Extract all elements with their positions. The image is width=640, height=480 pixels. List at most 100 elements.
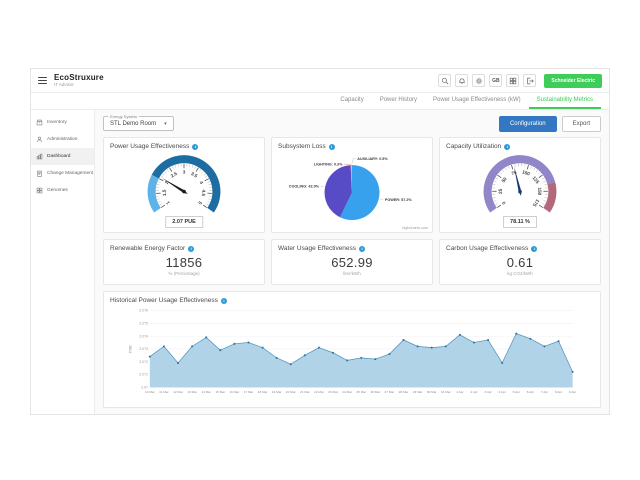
svg-text:28 Mar: 28 Mar — [399, 390, 409, 394]
svg-text:3.5: 3.5 — [190, 171, 198, 179]
water-card-title: Water Usage Effectiveness — [278, 245, 356, 252]
svg-text:175: 175 — [532, 198, 541, 208]
svg-text:4 Apr: 4 Apr — [499, 390, 506, 394]
info-icon[interactable] — [221, 298, 227, 304]
logo-title: EcoStruxure — [54, 74, 104, 82]
subsystem-loss-pie-chart: POWER: 57.2%COOLING: 42.0%AUXILIARY: 0.5… — [278, 150, 426, 228]
info-icon[interactable] — [504, 144, 510, 150]
highcharts-credit-link[interactable]: highcharts.com — [402, 226, 428, 230]
notifications-icon[interactable] — [455, 74, 468, 87]
info-icon[interactable] — [359, 246, 365, 252]
card-title-row: Historical Power Usage Effectiveness — [110, 297, 594, 304]
dashboard-icon — [36, 153, 43, 160]
svg-text:31 Mar: 31 Mar — [441, 390, 451, 394]
svg-text:2.073: 2.073 — [139, 347, 148, 351]
sidebar-item-dashboard[interactable]: Dashboard — [31, 148, 94, 165]
svg-text:21 Mar: 21 Mar — [300, 390, 310, 394]
svg-text:9 Apr: 9 Apr — [569, 390, 576, 394]
svg-text:3 Apr: 3 Apr — [484, 390, 491, 394]
energy-system-select[interactable]: Energy System STL Demo Room ▾ — [103, 116, 174, 131]
svg-text:AUXILIARY: 0.5%: AUXILIARY: 0.5% — [357, 157, 388, 161]
water-unit: liter/kWh — [278, 271, 426, 276]
svg-text:23 Mar: 23 Mar — [328, 390, 338, 394]
svg-text:19 Mar: 19 Mar — [272, 390, 282, 394]
schneider-logo-button[interactable]: Schneider Electric — [544, 74, 602, 88]
info-icon[interactable] — [329, 144, 335, 150]
svg-text:16 Mar: 16 Mar — [230, 390, 240, 394]
svg-text:14 Mar: 14 Mar — [201, 390, 211, 394]
card-renewable-energy-factor: Renewable Energy Factor 11856 % (Percent… — [103, 239, 265, 285]
menu-icon[interactable] — [38, 77, 47, 85]
configuration-button[interactable]: Configuration — [499, 116, 557, 132]
svg-text:3: 3 — [183, 169, 186, 174]
svg-text:7 Apr: 7 Apr — [541, 390, 548, 394]
capacity-gauge-chart: 0255075100125150175 — [446, 152, 594, 224]
svg-text:150: 150 — [537, 187, 542, 195]
apps-icon[interactable] — [506, 74, 519, 87]
user-initials-badge[interactable]: GB — [489, 74, 502, 87]
card-subsystem-loss: Subsystem Loss POWER: 57.2%COOLING: 42.0… — [271, 137, 433, 233]
water-value: 652.99 — [278, 255, 426, 270]
svg-text:POWER: 57.2%: POWER: 57.2% — [385, 198, 413, 202]
chevron-down-icon: ▾ — [164, 121, 167, 127]
renewable-value: 11856 — [110, 255, 258, 270]
carbon-unit: kg CO2/kWh — [446, 271, 594, 276]
tab-power-usage-effectiveness-kw[interactable]: Power Usage Effectiveness (kW) — [425, 93, 529, 109]
svg-text:17 Mar: 17 Mar — [244, 390, 254, 394]
svg-text:15 Mar: 15 Mar — [215, 390, 225, 394]
tab-bar: CapacityPower HistoryPower Usage Effecti… — [31, 93, 609, 110]
svg-text:2.074: 2.074 — [139, 334, 148, 338]
tab-capacity[interactable]: Capacity — [332, 93, 371, 109]
topbar: EcoStruxure IT Advisor GB Schneider Elec… — [31, 69, 609, 93]
search-icon[interactable] — [438, 74, 451, 87]
energy-system-value: STL Demo Room — [110, 121, 156, 127]
sidebar: Inventory AdministrationDashboard Change M… — [31, 110, 95, 414]
svg-text:5: 5 — [197, 200, 203, 205]
export-button[interactable]: Export — [562, 116, 601, 132]
sidebar-item-change-management[interactable]: Change Management — [31, 165, 94, 182]
sidebar-item-label: Change Management — [47, 171, 93, 176]
svg-text:PUE: PUE — [128, 345, 132, 353]
svg-text:11 Mar: 11 Mar — [159, 390, 169, 394]
carbon-value: 0.61 — [446, 255, 594, 270]
sidebar-item-administration[interactable]: Administration — [31, 131, 94, 148]
info-icon[interactable] — [188, 246, 194, 252]
svg-text:24 Mar: 24 Mar — [342, 390, 352, 394]
sidebar-item-genomes[interactable]: Genomes — [31, 182, 94, 199]
svg-text:8 Apr: 8 Apr — [555, 390, 562, 394]
svg-text:0: 0 — [501, 200, 507, 205]
info-icon[interactable] — [192, 144, 198, 150]
svg-text:10 Mar: 10 Mar — [145, 390, 155, 394]
change-icon — [36, 170, 43, 177]
logout-icon[interactable] — [523, 74, 536, 87]
tab-power-history[interactable]: Power History — [372, 93, 425, 109]
svg-text:13 Mar: 13 Mar — [187, 390, 197, 394]
user-initials: GB — [492, 78, 500, 84]
svg-text:LIGHTING: 0.3%: LIGHTING: 0.3% — [314, 163, 343, 167]
svg-text:18 Mar: 18 Mar — [258, 390, 268, 394]
sidebar-item-label: Inventory — [47, 120, 67, 125]
logo: EcoStruxure IT Advisor — [54, 74, 104, 88]
metrics-row-2: Renewable Energy Factor 11856 % (Percent… — [103, 239, 601, 285]
settings-icon[interactable] — [472, 74, 485, 87]
historical-card-title: Historical Power Usage Effectiveness — [110, 297, 218, 304]
svg-text:2.071: 2.071 — [139, 373, 148, 377]
info-icon[interactable] — [531, 246, 537, 252]
capacity-card-title: Capacity Utilization — [446, 143, 501, 150]
carbon-card-title: Carbon Usage Effectiveness — [446, 245, 528, 252]
renewable-card-title: Renewable Energy Factor — [110, 245, 185, 252]
subsystem-card-title: Subsystem Loss — [278, 143, 326, 150]
genomes-icon — [36, 187, 43, 194]
sidebar-item-label: Genomes — [47, 188, 68, 193]
body-row: Inventory AdministrationDashboard Change M… — [31, 110, 609, 414]
renewable-unit: % (Percentage) — [110, 271, 258, 276]
svg-text:6 Apr: 6 Apr — [527, 390, 534, 394]
card-water-usage-effectiveness: Water Usage Effectiveness 652.99 liter/k… — [271, 239, 433, 285]
inventory-icon — [36, 119, 43, 126]
svg-text:4: 4 — [199, 180, 205, 185]
pue-gauge-chart: 11.522.533.544.55 — [110, 152, 258, 224]
sidebar-item-inventory[interactable]: Inventory — [31, 114, 94, 131]
svg-text:26 Mar: 26 Mar — [370, 390, 380, 394]
svg-text:5 Apr: 5 Apr — [513, 390, 520, 394]
tab-sustainability-metrics[interactable]: Sustainability Metrics — [529, 93, 601, 109]
